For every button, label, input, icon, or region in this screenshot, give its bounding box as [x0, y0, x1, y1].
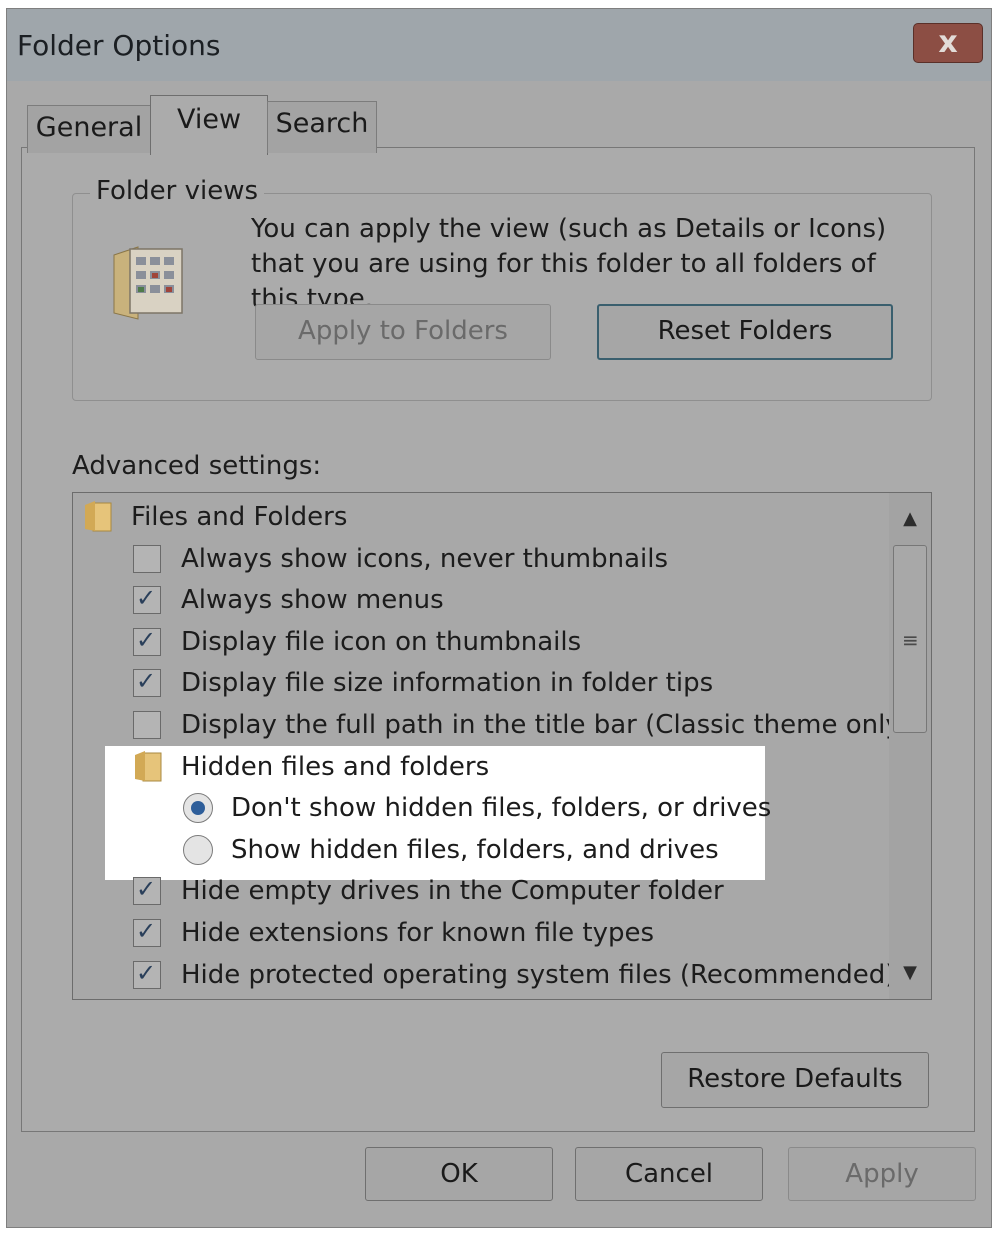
- advanced-settings-label: Advanced settings:: [72, 451, 322, 481]
- cancel-button[interactable]: Cancel: [575, 1147, 763, 1201]
- checkmark-icon: ✓: [136, 917, 157, 945]
- close-icon: x: [938, 25, 958, 60]
- close-button[interactable]: x: [913, 23, 983, 63]
- folder-views-icon: [113, 246, 183, 320]
- tab-view[interactable]: View: [150, 95, 268, 155]
- option-label: Display file icon on thumbnails: [181, 626, 582, 657]
- window-title: Folder Options: [17, 29, 221, 62]
- reset-folders-button[interactable]: Reset Folders: [597, 304, 893, 360]
- ok-button[interactable]: OK: [365, 1147, 553, 1201]
- checkbox[interactable]: ✓: [133, 959, 161, 989]
- option-label: Display file size information in folder …: [181, 668, 714, 699]
- option-label: Display the full path in the title bar (…: [181, 710, 911, 740]
- vertical-scrollbar[interactable]: ▲ ≡ ▼: [889, 493, 931, 999]
- title-bar[interactable]: Folder Options x: [7, 9, 991, 81]
- advanced-settings-list[interactable]: Files and Folders Always show icons, neve…: [72, 492, 932, 1000]
- checkmark-icon: ✓: [136, 875, 157, 904]
- option-label: Hide protected operating system files (R…: [181, 959, 896, 990]
- option-label: Hidden files and folders: [181, 751, 490, 782]
- checkbox[interactable]: ✓: [133, 584, 161, 615]
- scroll-thumb[interactable]: ≡: [893, 545, 927, 733]
- radio-button[interactable]: [183, 834, 213, 865]
- option-label: Show hidden files, folders, and drives: [231, 834, 719, 865]
- radio-button[interactable]: [183, 793, 213, 824]
- view-tab-panel: Folder views You can apply the view (suc…: [21, 147, 975, 1132]
- folder-views-description: You can apply the view (such as Details …: [251, 214, 887, 314]
- option-label: Hide extensions for known file types: [181, 918, 655, 948]
- folder-options-window: Folder Options x Folder views You can ap…: [6, 8, 992, 1228]
- checkbox[interactable]: ✓: [133, 626, 161, 656]
- option-label: Always show icons, never thumbnails: [181, 543, 669, 574]
- option-label: Hide empty drives in the Computer folder: [181, 876, 724, 907]
- apply-to-folders-button[interactable]: Apply to Folders: [255, 304, 551, 360]
- radio-selected-dot: [191, 801, 205, 816]
- checkmark-icon: ✓: [136, 958, 157, 987]
- option-label: Don't show hidden files, folders, or dri…: [231, 793, 772, 824]
- apply-button[interactable]: Apply: [788, 1147, 976, 1201]
- option-label: Always show menus: [181, 585, 444, 616]
- checkmark-icon: ✓: [136, 584, 157, 613]
- checkbox[interactable]: [133, 711, 161, 739]
- checkbox[interactable]: ✓: [133, 875, 161, 906]
- scroll-down-icon[interactable]: ▼: [889, 953, 931, 993]
- folder-icon: [85, 501, 112, 532]
- folder-icon: [135, 750, 162, 782]
- grip-icon: ≡: [902, 628, 919, 652]
- checkmark-icon: ✓: [136, 625, 157, 654]
- restore-defaults-button[interactable]: Restore Defaults: [661, 1052, 929, 1108]
- folder-views-label: Folder views: [90, 176, 265, 206]
- scroll-up-icon[interactable]: ▲: [889, 499, 931, 539]
- checkbox[interactable]: ✓: [133, 667, 161, 698]
- checkbox[interactable]: ✓: [133, 917, 161, 947]
- tab-search[interactable]: Search: [267, 101, 377, 153]
- checkbox[interactable]: [133, 544, 161, 573]
- tab-general[interactable]: General: [27, 105, 151, 153]
- option-label: Files and Folders: [131, 502, 348, 532]
- checkmark-icon: ✓: [136, 667, 157, 696]
